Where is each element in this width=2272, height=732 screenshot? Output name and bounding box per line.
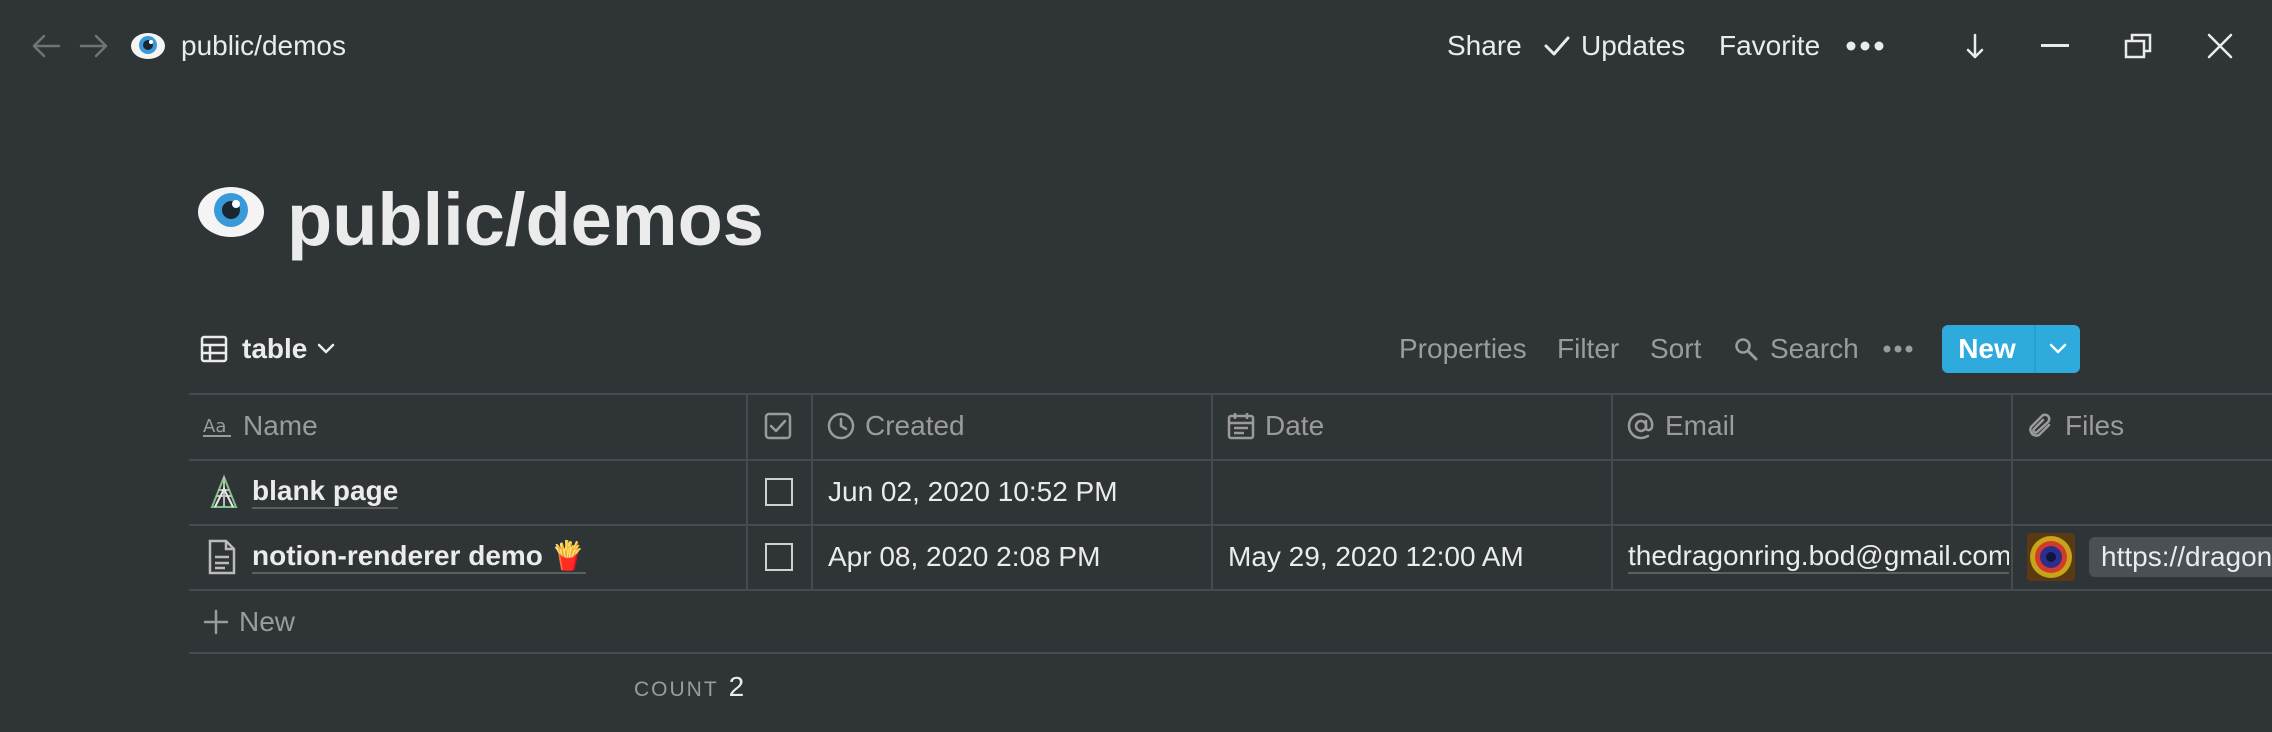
row-border	[189, 589, 2272, 591]
table-row-name[interactable]: blank page	[206, 460, 399, 524]
back-arrow-icon[interactable]	[26, 0, 66, 92]
paperclip-icon	[2029, 413, 2051, 437]
restore-icon[interactable]	[2122, 0, 2154, 92]
column-header-email[interactable]: Email	[1627, 393, 1735, 459]
close-icon[interactable]	[2204, 0, 2236, 92]
column-header-date[interactable]: Date	[1227, 393, 1324, 459]
new-button[interactable]: New	[1942, 325, 2080, 373]
download-arrow-icon[interactable]	[1960, 0, 1990, 92]
calendar-icon	[1227, 413, 1255, 440]
page-eye-icon[interactable]	[196, 182, 266, 242]
search-button[interactable]: Search	[1734, 318, 1859, 380]
at-sign-icon	[1627, 412, 1654, 440]
new-row-border	[189, 652, 2272, 654]
add-row-button[interactable]: New	[203, 591, 295, 653]
favorite-button[interactable]: Favorite	[1719, 0, 1820, 92]
svg-text:Aa: Aa	[203, 416, 226, 437]
more-options-icon[interactable]	[1842, 0, 1888, 92]
plus-icon	[203, 609, 229, 635]
column-divider	[811, 393, 813, 590]
minimize-icon[interactable]	[2040, 0, 2070, 92]
column-label: Email	[1665, 410, 1736, 441]
checkbox-property-icon	[764, 412, 792, 440]
view-name: table	[242, 333, 308, 364]
forward-arrow-icon[interactable]	[74, 0, 114, 92]
eye-icon	[130, 30, 166, 62]
add-row-label: New	[239, 606, 296, 637]
column-label: Name	[243, 410, 318, 441]
view-more-icon[interactable]	[1882, 318, 1914, 380]
column-header-checkbox[interactable]	[764, 393, 802, 459]
properties-button[interactable]: Properties	[1399, 318, 1527, 380]
search-label: Search	[1770, 333, 1859, 364]
page-title[interactable]: public/demos	[287, 170, 764, 270]
email-link[interactable]: thedragonring.bod@gmail.com	[1628, 540, 2009, 574]
count-value: 2	[728, 671, 745, 702]
updates-label: Updates	[1581, 30, 1686, 61]
row-checkbox[interactable]	[765, 543, 793, 571]
page-icon-tower	[210, 474, 238, 508]
breadcrumb[interactable]: public/demos	[181, 0, 346, 92]
column-divider	[1211, 393, 1213, 590]
file-thumbnail[interactable]	[2027, 533, 2075, 581]
row-count[interactable]: COUNT 2	[634, 671, 744, 703]
column-label: Created	[865, 410, 965, 441]
row-created: Apr 08, 2020 2:08 PM	[828, 541, 1101, 572]
view-switcher[interactable]: table	[200, 318, 349, 380]
check-icon	[1544, 36, 1570, 56]
row-date[interactable]: May 29, 2020 12:00 AM	[1228, 525, 1524, 589]
column-label: Date	[1265, 410, 1325, 441]
column-divider	[1611, 393, 1613, 590]
column-divider	[2011, 393, 2013, 590]
share-button[interactable]: Share	[1447, 0, 1522, 92]
new-button-dropdown[interactable]	[2036, 325, 2080, 373]
column-header-name[interactable]: Aa Name	[203, 393, 318, 459]
new-button-label: New	[1958, 333, 2016, 364]
column-header-files[interactable]: Files	[2027, 393, 2124, 459]
chevron-down-icon	[2049, 343, 2067, 354]
row-title: notion-renderer demo 🍟	[252, 540, 586, 574]
row-email[interactable]: thedragonring.bod@gmail.com	[1628, 525, 2009, 589]
table-row-name[interactable]: notion-renderer demo 🍟	[206, 525, 586, 589]
column-label: Files	[2065, 410, 2125, 441]
sort-button[interactable]: Sort	[1650, 318, 1701, 380]
text-property-icon: Aa	[203, 416, 231, 437]
count-label: COUNT	[634, 678, 719, 701]
row-created: Jun 02, 2020 10:52 PM	[828, 476, 1118, 507]
search-icon	[1735, 338, 1758, 361]
filter-button[interactable]: Filter	[1557, 318, 1619, 380]
row-title: blank page	[252, 475, 399, 509]
clock-icon	[827, 412, 855, 440]
table-icon	[200, 335, 228, 363]
column-divider	[746, 393, 748, 590]
view-toolbar: table Properties Filter Sort Search	[0, 318, 2272, 380]
column-header-created[interactable]: Created	[827, 393, 965, 459]
top-bar: public/demos Share Updates Favorite	[0, 0, 2272, 92]
file-link-chip[interactable]: https://dragon	[2089, 537, 2272, 577]
chevron-down-icon	[318, 343, 335, 354]
header-bottom-border	[189, 459, 2272, 461]
row-checkbox[interactable]	[765, 478, 793, 506]
updates-button[interactable]: Updates	[1543, 0, 1685, 92]
page-document-icon	[208, 539, 236, 575]
